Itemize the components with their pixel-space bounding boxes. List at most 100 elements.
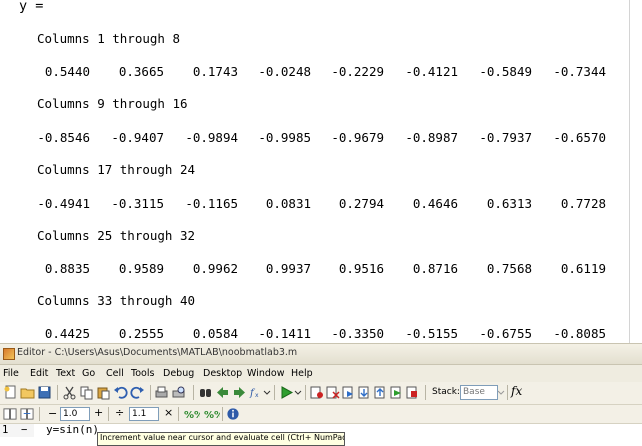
menu-debug[interactable]: Debug xyxy=(163,368,194,379)
value-cell: -0.8546 xyxy=(37,130,90,145)
step-out-icon[interactable] xyxy=(373,385,388,400)
decrement-button[interactable]: − xyxy=(48,407,57,420)
step-icon[interactable] xyxy=(341,385,356,400)
copy-icon[interactable] xyxy=(79,385,94,400)
clear-breakpoints-icon[interactable] xyxy=(325,385,340,400)
decrement-value-field[interactable]: 1.0 xyxy=(60,407,90,421)
info-icon[interactable] xyxy=(226,407,240,421)
toolbar-separator xyxy=(178,407,179,421)
toolbar-separator xyxy=(193,385,194,400)
print-icon[interactable] xyxy=(154,385,169,400)
menu-cell[interactable]: Cell xyxy=(106,368,124,379)
chevron-down-icon[interactable] xyxy=(497,385,505,400)
svg-text:%%: %% xyxy=(204,410,220,421)
multiply-button[interactable]: × xyxy=(164,406,173,419)
svg-text:%%: %% xyxy=(184,410,200,421)
evaluate-cell-icon[interactable] xyxy=(3,407,17,421)
value-cell: -0.9407 xyxy=(111,130,164,145)
menu-window[interactable]: Window xyxy=(247,368,284,379)
toolbar-separator xyxy=(305,385,306,400)
columns-header: Columns 1 through 8 xyxy=(37,31,180,46)
editor-title: Editor - C:\Users\Asus\Documents\MATLAB\… xyxy=(17,347,298,358)
go-forward-icon[interactable] xyxy=(232,385,247,400)
menu-tools[interactable]: Tools xyxy=(131,368,154,379)
value-cell: -0.5849 xyxy=(479,64,532,79)
function-hint-icon[interactable]: fx xyxy=(511,384,522,398)
cell-mode-off-icon[interactable]: %% xyxy=(204,407,220,421)
tooltip: Increment value near cursor and evaluate… xyxy=(97,432,345,446)
matlab-icon xyxy=(3,348,15,360)
set-breakpoint-icon[interactable] xyxy=(309,385,324,400)
value-cell: 0.8835 xyxy=(44,261,90,276)
stack-dropdown[interactable]: Base xyxy=(460,385,498,400)
value-cell: 0.2555 xyxy=(118,326,164,341)
menu-bar: File Edit Text Go Cell Tools Debug Deskt… xyxy=(0,365,642,383)
multiply-value: 1.1 xyxy=(132,409,147,419)
save-icon[interactable] xyxy=(37,385,52,400)
redo-icon[interactable] xyxy=(130,385,145,400)
value-cell: -0.6755 xyxy=(479,326,532,341)
toolbar-separator xyxy=(425,385,426,400)
value-cell: -0.2229 xyxy=(331,64,384,79)
variable-name-line: y = xyxy=(19,0,44,14)
function-browser-icon[interactable]: fx xyxy=(249,385,264,400)
chevron-down-icon[interactable] xyxy=(263,385,271,400)
cell-toolbar: − 1.0 + ÷ 1.1 × %% %% xyxy=(0,405,642,424)
step-in-icon[interactable] xyxy=(357,385,372,400)
columns-header: Columns 9 through 16 xyxy=(37,96,188,111)
toolbar-separator xyxy=(57,385,58,400)
toolbar-separator xyxy=(150,385,151,400)
value-cell: 0.1743 xyxy=(192,64,238,79)
stack-value: Base xyxy=(463,387,485,397)
value-cell: 0.0584 xyxy=(192,326,238,341)
value-cell: 0.4425 xyxy=(44,326,90,341)
toolbar-separator xyxy=(108,407,109,421)
code-line[interactable]: y=sin(n) xyxy=(46,423,99,436)
increment-button[interactable]: + xyxy=(94,406,103,419)
divide-button[interactable]: ÷ xyxy=(115,406,124,419)
menu-help[interactable]: Help xyxy=(291,368,313,379)
menu-file[interactable]: File xyxy=(3,368,19,379)
value-cell: -0.7937 xyxy=(479,130,532,145)
command-window[interactable]: y = Columns 1 through 8 0.5440 0.3665 0.174… xyxy=(0,0,642,343)
continue-icon[interactable] xyxy=(389,385,404,400)
columns-header: Columns 33 through 40 xyxy=(37,293,196,308)
menu-text[interactable]: Text xyxy=(56,368,75,379)
value-row: 0.4425 0.2555 0.0584 -0.1411 -0.3350 -0.5155 -… xyxy=(0,326,630,343)
print-preview-icon[interactable] xyxy=(171,385,186,400)
editor-title-bar[interactable]: Editor - C:\Users\Asus\Documents\MATLAB\… xyxy=(0,343,642,365)
value-cell: -0.7344 xyxy=(553,64,606,79)
value-cell: -0.1165 xyxy=(185,196,238,211)
value-cell: 0.7568 xyxy=(486,261,532,276)
svg-text:x: x xyxy=(255,392,259,399)
evaluate-cell-advance-icon[interactable] xyxy=(20,407,34,421)
new-file-icon[interactable] xyxy=(3,385,18,400)
cell-mode-icon[interactable]: %% xyxy=(184,407,200,421)
command-window-scrollbar[interactable] xyxy=(629,0,642,343)
line-number: 1 − xyxy=(0,424,34,437)
toolbar-separator xyxy=(507,385,508,400)
value-cell: 0.9937 xyxy=(265,261,311,276)
chevron-down-icon[interactable] xyxy=(294,385,302,400)
menu-edit[interactable]: Edit xyxy=(30,368,48,379)
go-back-icon[interactable] xyxy=(215,385,230,400)
value-cell: 0.5440 xyxy=(44,64,90,79)
value-cell: -0.6570 xyxy=(553,130,606,145)
toolbar-separator xyxy=(222,407,223,421)
run-icon[interactable] xyxy=(279,385,294,400)
find-icon[interactable] xyxy=(198,385,213,400)
menu-desktop[interactable]: Desktop xyxy=(203,368,242,379)
paste-icon[interactable] xyxy=(96,385,111,400)
exit-debug-icon[interactable] xyxy=(405,385,420,400)
value-cell: 0.8716 xyxy=(412,261,458,276)
undo-icon[interactable] xyxy=(113,385,128,400)
multiply-value-field[interactable]: 1.1 xyxy=(129,407,159,421)
value-cell: -0.8085 xyxy=(553,326,606,341)
value-cell: -0.4941 xyxy=(37,196,90,211)
menu-go[interactable]: Go xyxy=(82,368,95,379)
cut-icon[interactable] xyxy=(62,385,77,400)
value-cell: -0.4121 xyxy=(405,64,458,79)
value-cell: -0.5155 xyxy=(405,326,458,341)
value-cell: 0.0831 xyxy=(265,196,311,211)
open-file-icon[interactable] xyxy=(20,385,35,400)
